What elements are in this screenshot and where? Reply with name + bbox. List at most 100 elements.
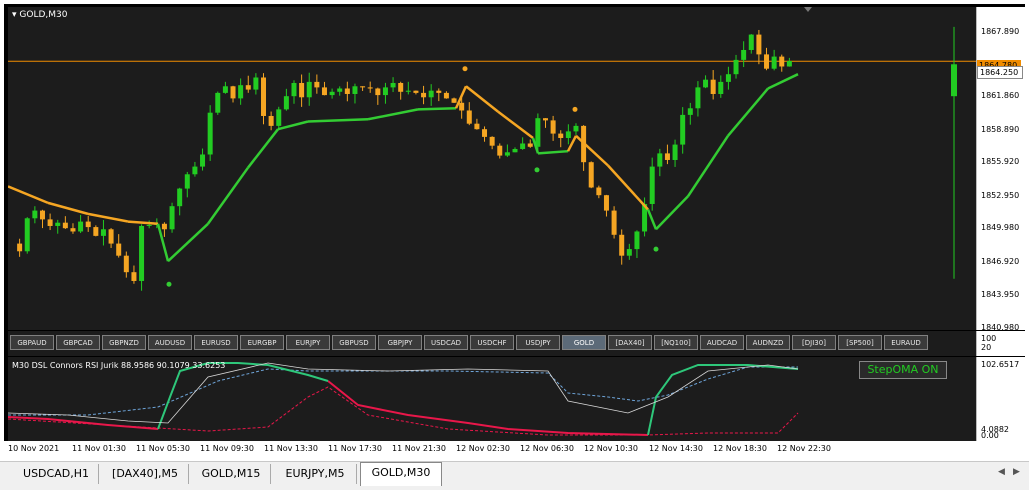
stepoma-line [767,73,799,90]
stepoma-line [497,110,534,139]
candle-body [352,86,358,94]
candle-body [215,92,221,113]
symbol-button-dji30[interactable]: [DJI30] [792,335,836,350]
symbol-button-audnzd[interactable]: AUDNZD [746,335,790,350]
price-label: 1861.860 [981,91,1020,100]
main-chart-area[interactable] [7,7,976,330]
tab-gold-m30[interactable]: GOLD,M30 [360,462,442,486]
symbol-button-eurjpy[interactable]: EURJPY [286,335,330,350]
tab--dax40-m5[interactable]: [DAX40],M5 [102,464,189,484]
stepoma-line [87,212,129,223]
candle-body [741,49,747,60]
stepoma-line [575,134,609,167]
candle-body [542,118,548,121]
symbol-button-gbpusd[interactable]: GBPUSD [332,335,376,350]
symbol-button-usdjpy[interactable]: USDJPY [516,335,560,350]
candle-body [664,153,670,160]
candle-body [55,222,61,226]
stepoma-toggle-button[interactable]: StepOMA ON [859,361,947,379]
strip-axis-label: 100 [981,334,997,343]
indicator-axis-label: 0.00 [981,431,999,440]
symbol-button-usdcad[interactable]: USDCAD [424,335,468,350]
symbol-button-eurusd[interactable]: EURUSD [194,335,238,350]
candle-body [626,249,632,256]
shift-marker-icon[interactable] [804,7,812,12]
candle-body [588,162,594,188]
candle-body [573,125,579,132]
candle-body [184,174,190,189]
time-label: 11 Nov 21:30 [392,444,446,453]
indicator-title: M30 DSL Connors RSI Jurik 88.9586 90.107… [12,361,226,370]
tab-usdcad-h1[interactable]: USDCAD,H1 [14,464,99,484]
tab-eurjpy-m5[interactable]: EURJPY,M5 [274,464,357,484]
time-label: 12 Nov 02:30 [456,444,510,453]
candle-body [39,210,45,220]
symbol-button-gold[interactable]: GOLD [562,335,606,350]
candle-body [85,221,91,228]
candle-body [238,85,244,99]
candle-body [718,81,724,94]
time-label: 11 Nov 17:30 [328,444,382,453]
time-label: 11 Nov 13:30 [264,444,318,453]
stepoma-line [607,164,649,211]
symbol-button-gbpaud[interactable]: GBPAUD [10,335,54,350]
stepoma-line [47,201,89,216]
candle-body [596,187,602,196]
symbol-button-dax40[interactable]: [DAX40] [608,335,652,350]
symbol-button-nq100[interactable]: [NQ100] [654,335,698,350]
symbol-button-gbpnzd[interactable]: GBPNZD [102,335,146,350]
price-axis[interactable]: 1867.890 1861.860 1858.890 1855.920 1852… [976,7,1026,332]
candle-body [695,87,701,109]
tab-scroll-right-icon[interactable]: ▶ [1013,467,1020,477]
symbol-button-audusd[interactable]: AUDUSD [148,335,192,350]
stepoma-line [277,120,309,131]
stepoma-line [307,118,369,123]
symbol-button-audcad[interactable]: AUDCAD [700,335,744,350]
dropdown-triangle-icon[interactable]: ▾ [12,10,17,20]
candle-body [619,234,625,256]
crsi-green-line [157,362,329,430]
price-label: 1855.920 [981,157,1020,166]
candle-body [207,112,213,155]
candle-body [93,227,99,236]
time-axis: 10 Nov 2021 11 Nov 01:30 11 Nov 05:30 11 No… [4,441,1025,460]
candle-body [62,222,68,229]
candle-body [222,86,228,93]
stepoma-line [247,128,279,169]
signal-dot [653,246,659,252]
stepoma-line [167,222,209,263]
candle-body [245,85,251,90]
candle-body [558,133,564,138]
symbol-button-usdchf[interactable]: USDCHF [470,335,514,350]
candle-body [70,228,76,232]
candle-body [78,221,84,232]
candle-body [489,136,495,146]
candle-body [398,82,404,92]
tab-gold-m15[interactable]: GOLD,M15 [192,464,271,484]
candle-body [375,88,381,96]
stepoma-line [7,185,49,205]
candle-body [443,92,449,99]
candle-body [139,225,145,281]
candle-body [527,143,533,147]
candle-body [657,153,663,167]
candle-body [123,255,129,273]
candle-body [306,81,312,98]
price-label: 1849.980 [981,223,1020,232]
chart-title: ▾ GOLD,M30 [12,10,68,20]
tab-scroll-left-icon[interactable]: ◀ [998,467,1005,477]
symbol-button-gbpjpy[interactable]: GBPJPY [378,335,422,350]
symbol-button-eurgbp[interactable]: EURGBP [240,335,284,350]
symbol-button-euraud[interactable]: EURAUD [884,335,928,350]
candle-body [428,90,434,98]
signal-dot [534,167,540,173]
candle-body [314,81,320,88]
time-label: 11 Nov 09:30 [200,444,254,453]
symbol-button-gbpcad[interactable]: GBPCAD [56,335,100,350]
time-label: 12 Nov 22:30 [777,444,831,453]
candle-body [611,210,617,235]
stepoma-line [566,135,578,152]
candle-body [329,91,335,96]
symbol-button-sp500[interactable]: [SP500] [838,335,882,350]
candle-body [649,166,655,204]
